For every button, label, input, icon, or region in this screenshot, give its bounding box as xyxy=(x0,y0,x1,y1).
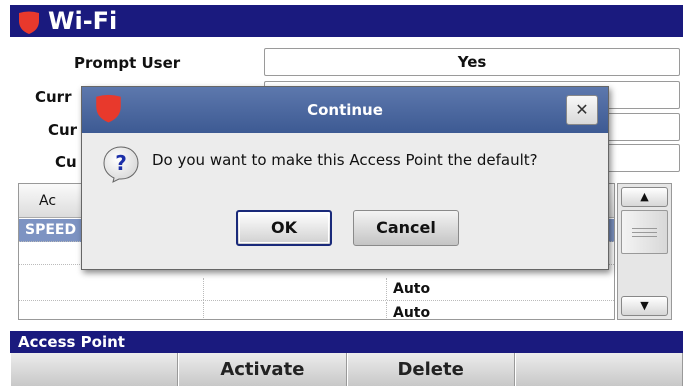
question-icon: ? xyxy=(103,146,139,183)
table-scrollbar[interactable]: ▲ ▼ xyxy=(617,183,672,320)
current-row-label: Curr xyxy=(35,88,72,106)
column-header-access-point[interactable]: Ac xyxy=(39,184,56,218)
section-bar: Access Point xyxy=(10,331,683,353)
page-title: Wi-Fi xyxy=(48,7,118,35)
table-row[interactable]: Auto xyxy=(19,302,614,320)
delete-button[interactable]: Delete xyxy=(346,353,515,386)
softkey-bar: Activate Delete xyxy=(10,353,683,386)
triangle-down-icon: ▼ xyxy=(640,299,649,312)
softkey-4[interactable] xyxy=(514,353,683,386)
table-cell: SPEED xyxy=(25,222,77,238)
triangle-up-icon: ▲ xyxy=(640,190,649,203)
svg-text:?: ? xyxy=(115,151,127,175)
current-row-label-2: Cur xyxy=(48,121,78,139)
continue-dialog: Continue ✕ ? Do you want to make this Ac… xyxy=(81,86,609,270)
dialog-message: Do you want to make this Access Point th… xyxy=(152,151,538,169)
table-cell: Auto xyxy=(393,305,431,320)
activate-button[interactable]: Activate xyxy=(178,353,347,386)
cancel-button[interactable]: Cancel xyxy=(353,210,459,246)
table-row[interactable]: Auto xyxy=(19,278,614,301)
prompt-user-label: Prompt User xyxy=(74,54,181,72)
ok-button[interactable]: OK xyxy=(236,210,332,246)
prompt-user-field[interactable]: Yes xyxy=(264,48,680,76)
shield-icon xyxy=(19,11,39,34)
scroll-down-button[interactable]: ▼ xyxy=(621,296,668,316)
dialog-close-button[interactable]: ✕ xyxy=(566,95,598,125)
close-icon: ✕ xyxy=(575,100,589,119)
current-row-label-3: Cu xyxy=(55,153,77,171)
dialog-title-bar: Continue ✕ xyxy=(82,87,608,133)
table-cell: Auto xyxy=(393,281,431,297)
section-label: Access Point xyxy=(18,333,125,351)
scroll-thumb[interactable] xyxy=(621,210,668,254)
softkey-1[interactable] xyxy=(10,353,179,386)
dialog-title: Continue xyxy=(307,101,383,119)
scroll-up-button[interactable]: ▲ xyxy=(621,187,668,207)
title-bar: Wi-Fi xyxy=(10,5,683,37)
